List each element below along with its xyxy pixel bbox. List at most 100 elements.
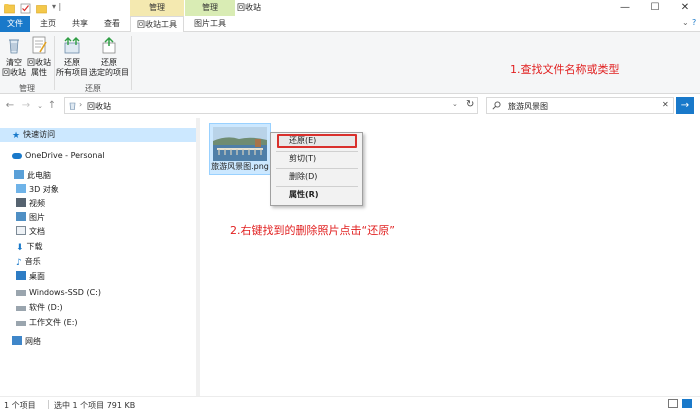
tab-picture-tools[interactable]: 图片工具: [185, 16, 235, 32]
close-button[interactable]: ✕: [670, 0, 700, 16]
empty-recycle-bin-label-2: 回收站: [2, 68, 26, 77]
tab-share[interactable]: 共享: [66, 16, 94, 32]
tab-home[interactable]: 主页: [34, 16, 62, 32]
window-title: 回收站: [237, 3, 261, 12]
nav-item-label: OneDrive - Personal: [25, 151, 105, 160]
forward-arrow-icon[interactable]: →: [20, 99, 32, 113]
nav-item-label: 图片: [29, 213, 45, 222]
context-menu-item-delete[interactable]: 删除(D): [289, 171, 317, 183]
music-note-icon: ♪: [16, 258, 22, 268]
video-icon: [16, 198, 26, 207]
refresh-icon[interactable]: ↻: [466, 99, 474, 110]
download-icon: ⬇: [16, 243, 24, 253]
nav-item-quick-access[interactable]: ★ 快速访问: [0, 128, 196, 142]
address-dropdown-icon[interactable]: ⌄: [452, 100, 458, 108]
nav-item-3d-objects[interactable]: 3D 对象: [0, 183, 59, 197]
minimize-button[interactable]: —: [610, 0, 640, 16]
empty-recycle-bin-label-1: 清空: [6, 58, 22, 67]
nav-item-downloads[interactable]: ⬇ 下载: [0, 240, 43, 254]
nav-item-onedrive[interactable]: OneDrive - Personal: [0, 149, 105, 163]
nav-item-desktop[interactable]: 桌面: [0, 270, 45, 284]
properties-label-2: 属性: [31, 68, 47, 77]
properties-check-icon[interactable]: [20, 3, 31, 14]
expand-ribbon-icon[interactable]: ⌄: [682, 18, 689, 27]
properties-label-1: 回收站: [27, 58, 51, 67]
restore-selected-label-2: 选定的项目: [89, 68, 129, 77]
nav-item-drive-e[interactable]: 工作文件 (E:): [0, 316, 78, 330]
details-view-icon[interactable]: [668, 399, 678, 408]
document-icon: [16, 226, 26, 235]
nav-item-label: 文档: [29, 227, 45, 236]
context-tab-header-manage-picture: 管理: [185, 0, 235, 16]
title-bar: [0, 0, 700, 16]
restore-selected-label-1: 还原: [101, 58, 117, 67]
recycle-bin-icon: [69, 102, 76, 110]
status-selected: 选中 1 个项目 791 KB: [54, 401, 136, 410]
context-tab-header-manage-recycle: 管理: [130, 0, 184, 16]
nav-item-label: 下载: [26, 242, 43, 251]
search-query: 旅游风景图: [508, 102, 548, 111]
context-menu-item-restore[interactable]: 还原(E): [289, 135, 316, 147]
nav-item-pictures[interactable]: 图片: [0, 211, 45, 225]
restore-selected-button[interactable]: 还原 选定的项目: [89, 36, 129, 78]
nav-item-label: 音乐: [24, 257, 41, 266]
nav-item-documents[interactable]: 文档: [0, 225, 45, 239]
restore-all-button[interactable]: 还原 所有项目: [56, 36, 88, 78]
back-arrow-icon[interactable]: ←: [4, 99, 16, 113]
drive-icon: [16, 321, 26, 326]
maximize-button[interactable]: ☐: [640, 0, 670, 16]
nav-item-drive-d[interactable]: 软件 (D:): [0, 301, 63, 315]
nav-item-music[interactable]: ♪ 音乐: [0, 255, 41, 269]
nav-item-label: 网络: [25, 337, 41, 346]
address-bar[interactable]: [64, 97, 478, 114]
nav-item-label: 软件 (D:): [29, 303, 63, 312]
tab-file[interactable]: 文件: [0, 16, 30, 32]
nav-item-network[interactable]: 网络: [0, 335, 41, 349]
recycle-bin-properties-button[interactable]: 回收站 属性: [27, 36, 51, 78]
breadcrumb-path[interactable]: 回收站: [87, 101, 111, 112]
quick-access-dropdown-icon[interactable]: ▾ |: [52, 2, 61, 11]
breadcrumb-separator-icon: ›: [79, 100, 83, 109]
nav-item-videos[interactable]: 视频: [0, 197, 45, 211]
ribbon-group-separator: [54, 36, 55, 90]
windows-drive-icon: [16, 290, 26, 296]
image-thumbnail: [213, 127, 267, 161]
nav-item-label: 快速访问: [23, 130, 56, 139]
nav-item-label: 视频: [29, 199, 45, 208]
computer-icon: [14, 170, 24, 179]
recycle-bin-icon: [9, 39, 19, 54]
star-icon: ★: [12, 131, 21, 141]
navigation-pane-scrollbar[interactable]: [196, 118, 200, 396]
nav-item-label: 桌面: [29, 272, 45, 281]
group-label-restore: 还原: [85, 84, 101, 93]
network-icon: [12, 336, 22, 345]
context-menu-separator: [276, 168, 358, 169]
up-arrow-icon[interactable]: ↑: [46, 99, 58, 113]
tab-view[interactable]: 查看: [98, 16, 126, 32]
search-go-arrow-icon[interactable]: →: [676, 97, 694, 114]
desktop-icon: [16, 271, 26, 280]
context-menu-item-properties[interactable]: 属性(R): [289, 189, 318, 201]
nav-item-drive-c[interactable]: Windows-SSD (C:): [0, 286, 101, 300]
status-separator: [48, 400, 49, 409]
large-icons-view-icon[interactable]: [682, 399, 692, 408]
nav-item-label: 工作文件 (E:): [29, 318, 78, 327]
folder-icon[interactable]: [4, 3, 15, 14]
drive-icon: [16, 306, 26, 311]
context-menu-separator: [276, 151, 358, 152]
empty-recycle-bin-button[interactable]: 清空 回收站: [2, 36, 26, 78]
picture-icon: [16, 212, 26, 221]
nav-item-this-pc[interactable]: 此电脑: [0, 169, 51, 183]
clear-search-icon[interactable]: ✕: [662, 100, 669, 109]
help-icon[interactable]: ?: [692, 18, 696, 27]
recent-locations-icon[interactable]: ⌄: [34, 99, 46, 113]
file-name: 旅游风景图.png: [211, 162, 269, 171]
nav-item-label: 3D 对象: [29, 185, 59, 194]
restore-all-label-1: 还原: [64, 58, 80, 67]
context-menu-item-cut[interactable]: 剪切(T): [289, 153, 316, 165]
tab-recycle-bin-tools[interactable]: 回收站工具: [130, 16, 184, 33]
search-icon: [492, 101, 501, 110]
restore-selected-icon: [102, 36, 116, 54]
new-folder-icon[interactable]: [36, 3, 47, 14]
restore-all-icon: [64, 37, 80, 54]
